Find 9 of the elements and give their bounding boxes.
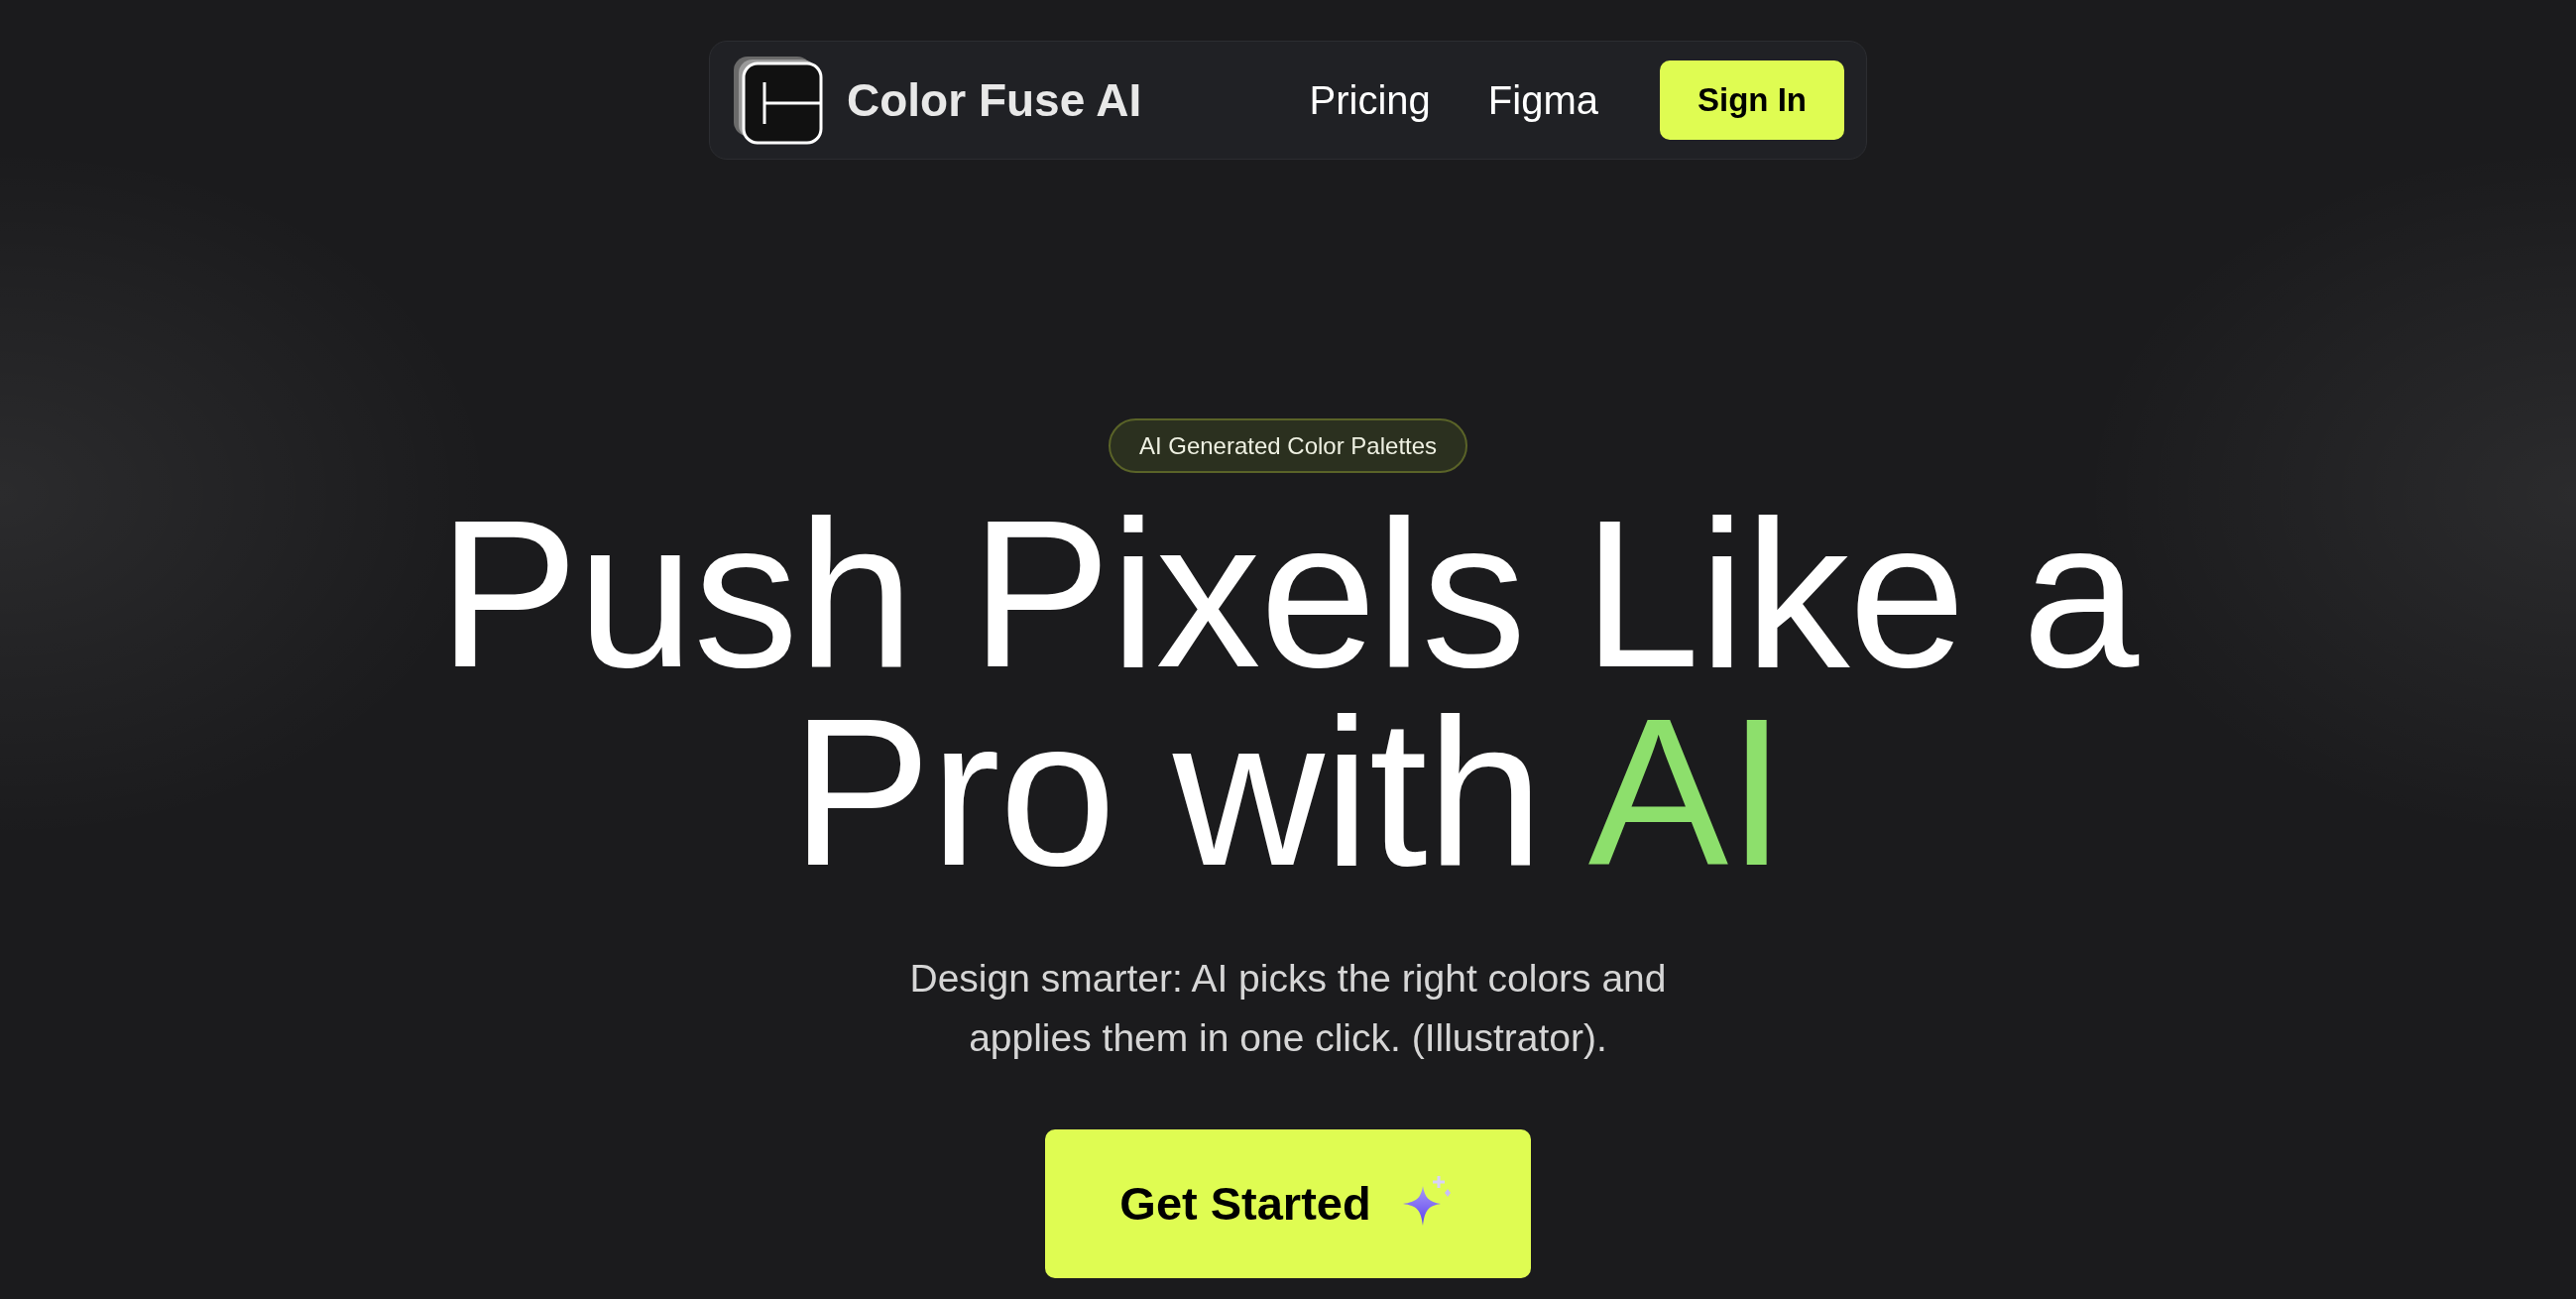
sign-in-button[interactable]: Sign In [1660, 60, 1844, 140]
nav-link[interactable]: Pricing [1309, 70, 1431, 130]
brand-name[interactable]: Color Fuse AI [847, 65, 1142, 135]
hero-subtitle: Design smarter: AI picks the right colors and applies them in one click. (Illustrator). [908, 956, 1668, 1061]
get-started-button[interactable]: Get Started [1045, 1129, 1531, 1278]
hero-headline: Push Pixels Like a Pro with AI [436, 495, 2141, 891]
nav-link[interactable]: Figma [1487, 70, 1598, 130]
hero-badge: AI Generated Color Palettes [1108, 418, 1468, 473]
logo-icon [732, 55, 823, 146]
